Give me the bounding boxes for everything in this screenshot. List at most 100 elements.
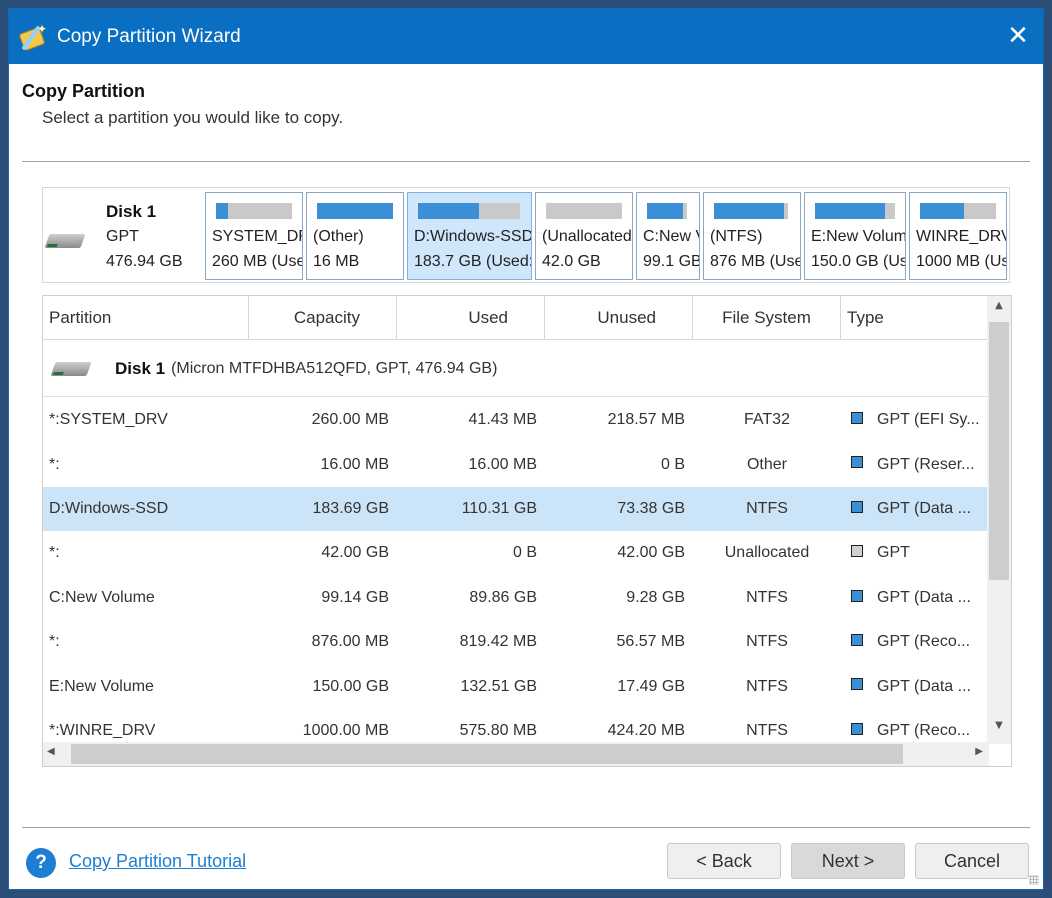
partition-block-label: C:New Volume [643, 228, 699, 245]
table-row[interactable]: D:Windows-SSD 183.69 GB 110.31 GB 73.38 GB N… [43, 486, 987, 532]
partition-type-color-icon [851, 456, 863, 469]
partition-cell: *:SYSTEM_DRV [49, 411, 168, 429]
type-text: GPT [877, 544, 910, 562]
partition-block-label: D:Windows-SSD [414, 228, 532, 245]
capacity-cell: 42.00 GB [321, 544, 389, 562]
table-row[interactable]: E:New Volume 150.00 GB 132.51 GB 17.49 GB NT… [43, 664, 987, 708]
partition-type-color-icon [851, 722, 863, 735]
close-button[interactable]: ✕ [1003, 21, 1033, 51]
partition-usage-bar [714, 203, 788, 219]
file-system-cell: NTFS [746, 677, 788, 695]
file-system-cell: Other [746, 455, 787, 473]
partition-usage-fill [216, 203, 229, 219]
scroll-right-arrow-icon[interactable]: ▶ [975, 746, 983, 757]
partition-block-size: 260 MB (Used: 15%) [212, 253, 302, 270]
type-text: GPT (Reco... [877, 633, 971, 651]
table-row[interactable]: *: 42.00 GB 0 B 42.00 GB Unallocated GPT [43, 531, 987, 575]
disk-row-name: Disk 1 [115, 358, 166, 378]
type-text: GPT (Data ... [877, 677, 971, 695]
file-system-cell: FAT32 [744, 411, 790, 429]
cancel-button[interactable]: Cancel [915, 843, 1029, 879]
partition-usage-fill [815, 203, 886, 219]
table-row[interactable]: C:New Volume 99.14 GB 89.86 GB 9.28 GB NTFS G… [43, 576, 987, 620]
partition-block[interactable]: (Unallocated) 42.0 GB [535, 192, 633, 280]
partition-cell: *: [49, 633, 60, 651]
horizontal-scrollbar[interactable]: ◀ ▶ [43, 742, 989, 766]
partition-block[interactable]: WINRE_DRV 1000 MB (Used: 57%) [909, 192, 1007, 280]
copy-partition-wizard-window: ✦ Copy Partition Wizard ✕ Copy Partition… [8, 8, 1044, 890]
partition-cell: *: [49, 455, 60, 473]
hard-disk-icon [50, 361, 92, 376]
partition-block-size: 16 MB [313, 253, 360, 270]
scroll-down-arrow-icon[interactable]: ▼ [987, 720, 1011, 731]
type-cell: GPT (Reco... [841, 633, 981, 651]
partition-cell: *: [49, 544, 60, 562]
vertical-scroll-thumb[interactable] [989, 322, 1009, 580]
column-header-partition[interactable]: Partition [43, 296, 249, 340]
capacity-cell: 150.00 GB [312, 677, 390, 695]
divider [22, 827, 1030, 828]
resize-grip-icon[interactable] [1029, 875, 1039, 885]
disk-row-description: (Micron MTFDHBA512QFD, GPT, 476.94 GB) [171, 359, 498, 377]
type-text: GPT (Data ... [877, 499, 971, 517]
table-row[interactable]: *: 16.00 MB 16.00 MB 0 B Other GPT (Reser... [43, 442, 987, 486]
horizontal-scroll-thumb[interactable] [71, 744, 903, 764]
disk-row[interactable]: Disk 1 (Micron MTFDHBA512QFD, GPT, 476.9… [43, 341, 987, 397]
partition-type-color-icon [851, 678, 863, 691]
used-cell: 110.31 GB [461, 499, 537, 517]
table-header: Partition Capacity Used Unused File Syst… [43, 296, 987, 340]
partition-block-label: WINRE_DRV [916, 228, 1007, 245]
partition-block[interactable]: (NTFS) 876 MB (Used: 93%) [703, 192, 801, 280]
disk-size: 476.94 GB [106, 253, 183, 270]
partition-block-size: 150.0 GB (Used: 88%) [811, 253, 906, 270]
column-header-capacity[interactable]: Capacity [249, 296, 397, 340]
partition-block[interactable]: C:New Volume 99.1 GB [636, 192, 700, 280]
partition-block[interactable]: (Other) 16 MB [306, 192, 404, 280]
partition-type-color-icon [851, 545, 863, 558]
type-cell: GPT (Data ... [841, 678, 981, 696]
table-body: *:SYSTEM_DRV 260.00 MB 41.43 MB 218.57 MB FA… [43, 398, 987, 753]
used-cell: 132.51 GB [460, 677, 538, 695]
column-header-type[interactable]: Type [841, 296, 987, 340]
unused-cell: 17.49 GB [617, 677, 685, 695]
capacity-cell: 183.69 GB [312, 499, 390, 517]
divider [22, 161, 1030, 162]
partition-usage-bar [317, 203, 393, 219]
partition-type-color-icon [851, 633, 863, 646]
disk-info[interactable]: Disk 1 GPT 476.94 GB [43, 188, 203, 282]
help-icon[interactable]: ? [26, 848, 56, 878]
back-button[interactable]: < Back [667, 843, 781, 879]
partition-usage-bar [920, 203, 996, 219]
column-header-file-system[interactable]: File System [693, 296, 841, 340]
next-button[interactable]: Next > [791, 843, 905, 879]
unused-cell: 0 B [660, 455, 685, 473]
capacity-cell: 16.00 MB [320, 455, 389, 473]
capacity-cell: 260.00 MB [311, 411, 389, 429]
type-cell: GPT (Reser... [841, 456, 981, 474]
partition-block[interactable]: E:New Volume 150.0 GB (Used: 88%) [804, 192, 906, 280]
partition-block[interactable]: D:Windows-SSD 183.7 GB (Used: 60%) [407, 192, 532, 280]
scroll-left-arrow-icon[interactable]: ◀ [47, 746, 55, 757]
partition-usage-fill [647, 203, 683, 219]
partition-usage-bar [216, 203, 292, 219]
capacity-cell: 1000.00 MB [302, 721, 389, 739]
capacity-cell: 99.14 GB [321, 588, 389, 606]
partition-cell: *:WINRE_DRV [49, 721, 156, 739]
partition-block[interactable]: SYSTEM_DRV 260 MB (Used: 15%) [205, 192, 303, 280]
copy-partition-tutorial-link[interactable]: Copy Partition Tutorial [69, 851, 246, 872]
scroll-up-arrow-icon[interactable]: ▲ [987, 300, 1011, 311]
partition-usage-fill [920, 203, 965, 219]
partition-block-label: SYSTEM_DRV [212, 228, 302, 245]
column-header-unused[interactable]: Unused [545, 296, 693, 340]
partition-block-size: 99.1 GB [643, 253, 700, 270]
partition-block-size: 876 MB (Used: 93%) [710, 253, 800, 270]
partition-table: Partition Capacity Used Unused File Syst… [42, 295, 1012, 767]
title-bar[interactable]: ✦ Copy Partition Wizard ✕ [9, 9, 1043, 64]
partition-usage-bar [647, 203, 687, 219]
table-row[interactable]: *:SYSTEM_DRV 260.00 MB 41.43 MB 218.57 MB FA… [43, 398, 987, 442]
page-title: Copy Partition [22, 81, 146, 101]
table-row[interactable]: *: 876.00 MB 819.42 MB 56.57 MB NTFS GPT (Rec… [43, 620, 987, 664]
column-header-used[interactable]: Used [397, 296, 545, 340]
vertical-scrollbar[interactable]: ▲ ▼ [987, 296, 1011, 744]
partition-block-label: (Unallocated) [542, 228, 633, 245]
